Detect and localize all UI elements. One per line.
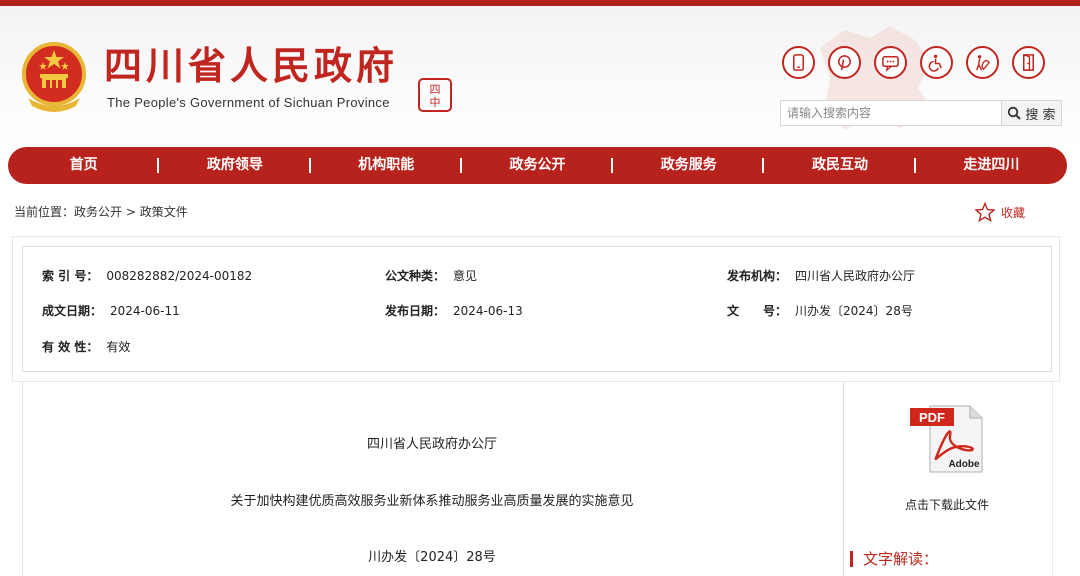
breadcrumb-item-policy-docs[interactable]: 政策文件 bbox=[140, 205, 188, 219]
chat-icon[interactable] bbox=[874, 46, 907, 79]
exit-door-icon[interactable] bbox=[1012, 46, 1045, 79]
seal-char: 四 bbox=[429, 83, 441, 96]
text-interpretation-heading: 文字解读： bbox=[850, 548, 938, 569]
meta-value: 008282882/2024-00182 bbox=[106, 269, 253, 283]
breadcrumb-separator: > bbox=[125, 205, 136, 219]
meta-label: 发布机构： bbox=[727, 269, 788, 283]
meta-issuer: 发布机构： 四川省人民政府办公厅 bbox=[727, 267, 915, 284]
meta-value: 2024-06-11 bbox=[110, 304, 180, 318]
download-file-link[interactable]: 点击下载此文件 bbox=[880, 496, 1014, 513]
toolbar-icons bbox=[782, 46, 1045, 79]
meta-value: 有效 bbox=[106, 340, 131, 354]
sidebar-divider bbox=[843, 382, 844, 576]
nav-item-interaction[interactable]: 政民互动 bbox=[764, 147, 916, 184]
breadcrumb: 当前位置：政务公开 > 政策文件 bbox=[14, 203, 188, 220]
nav-item-about-sichuan[interactable]: 走进四川 bbox=[916, 147, 1067, 184]
search-box: 搜 索 bbox=[780, 100, 1062, 126]
meta-created-date: 成文日期： 2024-06-11 bbox=[42, 302, 180, 319]
meta-validity: 有 效 性： 有效 bbox=[42, 338, 130, 355]
nav-item-functions[interactable]: 机构职能 bbox=[311, 147, 463, 184]
meta-value: 2024-06-13 bbox=[453, 304, 523, 318]
meta-value: 川办发〔2024〕28号 bbox=[795, 304, 913, 318]
sidebar-right-border bbox=[1052, 382, 1053, 576]
nav-item-services[interactable]: 政务服务 bbox=[613, 147, 765, 184]
mobile-icon[interactable] bbox=[782, 46, 815, 79]
accessibility-icon[interactable] bbox=[920, 46, 953, 79]
adobe-label: Adobe bbox=[948, 459, 980, 470]
meta-value: 四川省人民政府办公厅 bbox=[795, 269, 916, 283]
breadcrumb-prefix: 当前位置： bbox=[14, 205, 75, 219]
search-button[interactable]: 搜 索 bbox=[1001, 101, 1061, 125]
meta-label: 公文种类： bbox=[385, 269, 446, 283]
star-icon bbox=[975, 202, 995, 222]
meta-label: 有 效 性： bbox=[42, 340, 99, 354]
pdf-adobe-icon[interactable]: PDF Adobe bbox=[908, 402, 986, 474]
favorite-label: 收藏 bbox=[1001, 205, 1026, 220]
breadcrumb-item-public-affairs[interactable]: 政务公开 bbox=[74, 205, 122, 219]
meta-doc-type: 公文种类： 意见 bbox=[385, 267, 477, 284]
search-icon bbox=[1008, 106, 1022, 120]
document-issuer: 四川省人民政府办公厅 bbox=[366, 437, 497, 452]
document-title: 关于加快构建优质高效服务业新体系推动服务业高质量发展的实施意见 bbox=[230, 494, 634, 509]
favorite-button[interactable]: 收藏 bbox=[975, 202, 1025, 222]
elderly-care-icon[interactable] bbox=[966, 46, 999, 79]
site-subtitle: The People's Government of Sichuan Provi… bbox=[107, 95, 390, 110]
pdf-label: PDF bbox=[919, 410, 945, 425]
meta-label: 成文日期： bbox=[42, 304, 103, 318]
national-emblem-icon bbox=[22, 42, 86, 112]
document-number: 川办发〔2024〕28号 bbox=[368, 550, 496, 565]
seal-char: 中 bbox=[429, 96, 441, 109]
meta-doc-no: 文 号： 川办发〔2024〕28号 bbox=[727, 302, 913, 319]
site-title: 四川省人民政府 bbox=[104, 43, 399, 88]
meta-label: 文 号： bbox=[727, 304, 788, 318]
interpretation-label: 文字解读： bbox=[863, 550, 939, 568]
meta-value: 意见 bbox=[453, 269, 478, 283]
meta-label: 发布日期： bbox=[385, 304, 446, 318]
pinterest-icon[interactable] bbox=[828, 46, 861, 79]
sichuan-seal-logo: 四 中 bbox=[418, 78, 452, 112]
nav-item-home[interactable]: 首页 bbox=[8, 147, 160, 184]
search-input[interactable] bbox=[781, 101, 1001, 125]
heading-accent-bar bbox=[850, 550, 853, 567]
main-nav: 首页 政府领导 机构职能 政务公开 政务服务 政民互动 走进四川 bbox=[8, 147, 1067, 184]
nav-item-public-affairs[interactable]: 政务公开 bbox=[462, 147, 614, 184]
meta-publish-date: 发布日期： 2024-06-13 bbox=[385, 302, 523, 319]
meta-index-no: 索 引 号： 008282882/2024-00182 bbox=[42, 267, 252, 284]
search-button-label: 搜 索 bbox=[1025, 107, 1056, 123]
meta-label: 索 引 号： bbox=[42, 269, 99, 283]
nav-item-leaders[interactable]: 政府领导 bbox=[159, 147, 311, 184]
